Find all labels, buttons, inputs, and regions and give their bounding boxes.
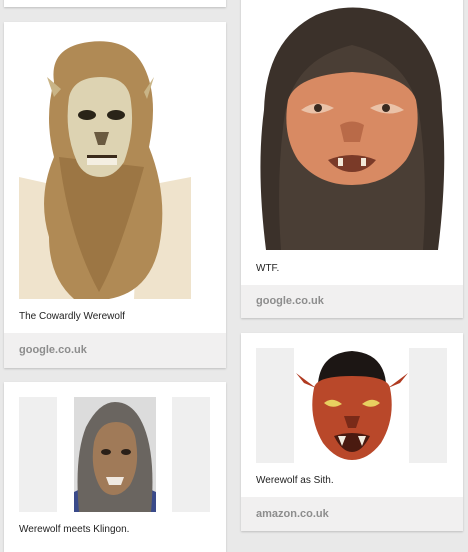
pin-source-bar[interactable]: amazon.co.uk [241,497,463,531]
werewolf-blonde-mask-image[interactable] [19,37,191,299]
pin-source-link[interactable]: amazon.co.uk [256,508,329,520]
pin-caption: The Cowardly Werewolf [19,311,125,322]
pin-caption: WTF. [256,263,280,274]
pin-source-link[interactable]: google.co.uk [256,295,324,307]
pin-source-link[interactable]: google.co.uk [19,344,87,356]
pin-card-werewolf-klingon[interactable]: Werewolf meets Klingon. [4,382,226,552]
werewolf-sith-mask-image[interactable] [296,348,408,463]
pin-card-wtf[interactable]: WTF. google.co.uk [241,0,463,318]
image-pad-left [256,348,294,463]
pin-card-werewolf-sith[interactable]: Werewolf as Sith. amazon.co.uk [241,333,463,531]
werewolf-klingon-mask-image[interactable] [74,397,156,512]
werewolf-hairy-mask-image[interactable] [256,0,448,250]
pin-card-top-partial[interactable] [4,0,226,7]
image-pad-right [409,348,447,463]
pin-card-cowardly-werewolf[interactable]: The Cowardly Werewolf google.co.uk [4,22,226,368]
image-pad-right [172,397,210,512]
pin-caption: Werewolf as Sith. [256,475,334,486]
image-pad-left [19,397,57,512]
pin-source-bar[interactable]: google.co.uk [241,285,463,318]
pin-source-bar[interactable]: google.co.uk [4,333,226,368]
pin-caption: Werewolf meets Klingon. [19,524,130,535]
